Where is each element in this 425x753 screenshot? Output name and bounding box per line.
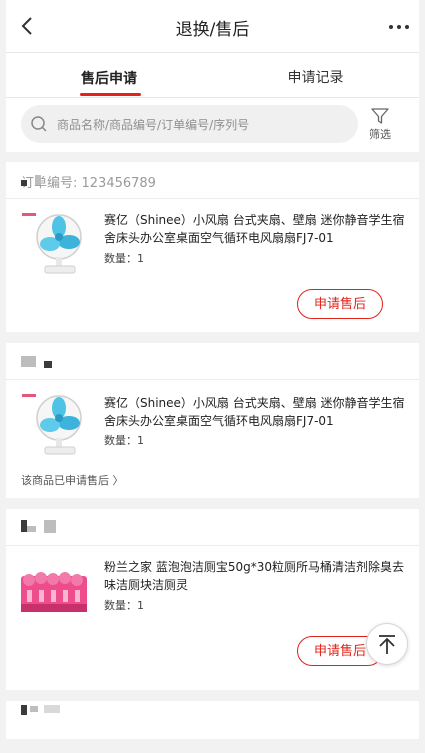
- filter-label: 筛选: [369, 128, 391, 141]
- after-sales-applied-link[interactable]: 该商品已申请售后 〉: [21, 472, 124, 488]
- nav-header: 退换/售后: [6, 0, 419, 53]
- tab-label: 申请记录: [287, 70, 344, 86]
- redacted-block: [27, 526, 36, 532]
- search-bar: [21, 105, 358, 145]
- section-gap: [6, 690, 419, 701]
- product-name: 赛亿（Shinee）小风扇 台式夹扇、壁扇 迷你静音学生宿舍床头办公室桌面空气循…: [104, 213, 405, 245]
- section-gap: [6, 332, 419, 343]
- fan-product-image: [19, 209, 89, 279]
- more-dots-icon[interactable]: [387, 15, 411, 39]
- active-tab-indicator: [80, 93, 141, 96]
- search-icon: [31, 116, 47, 132]
- redacted-block: [44, 520, 56, 533]
- tab-label: 售后申请: [81, 71, 137, 87]
- product-name: 粉兰之家 蓝泡泡洁厕宝50g*30粒厕所马桶清洁剂除臭去味洁厕块洁厕灵: [104, 560, 404, 592]
- order-header: 订单编号: 123456789: [6, 162, 419, 197]
- order-header: [6, 343, 419, 378]
- toilet-cleaner-product-image: [19, 558, 89, 628]
- redacted-block: [21, 180, 27, 186]
- redacted-block: [21, 705, 27, 715]
- redacted-block: [21, 356, 36, 367]
- apply-after-sales-button[interactable]: 申请售后: [297, 289, 383, 319]
- fan-product-image: [19, 390, 89, 460]
- redacted-block: [35, 175, 41, 185]
- after-sales-page: 退换/售后 售后申请 申请记录 筛选 订单编号: 12345678: [6, 0, 419, 753]
- product-quantity: 数量：1: [104, 434, 144, 447]
- section-gap: [6, 739, 419, 753]
- product-name: 赛亿（Shinee）小风扇 台式夹扇、壁扇 迷你静音学生宿舍床头办公室桌面空气循…: [104, 396, 405, 428]
- filter-button[interactable]: 筛选: [363, 107, 397, 143]
- redacted-block: [30, 706, 38, 712]
- section-gap: [6, 152, 419, 162]
- product-item[interactable]: 粉兰之家 蓝泡泡洁厕宝50g*30粒厕所马桶清洁剂除臭去味洁厕块洁厕灵 数量：1…: [6, 546, 419, 690]
- tab-bar: 售后申请 申请记录: [6, 53, 419, 98]
- product-item[interactable]: 赛亿（Shinee）小风扇 台式夹扇、壁扇 迷你静音学生宿舍床头办公室桌面空气循…: [6, 199, 419, 332]
- back-to-top-button[interactable]: [366, 623, 408, 665]
- section-gap: [6, 498, 419, 509]
- page-title: 退换/售后: [175, 20, 250, 40]
- product-quantity: 数量：1: [104, 252, 144, 265]
- order-header: [6, 509, 419, 544]
- filter-icon: [371, 108, 389, 124]
- redacted-block: [44, 361, 52, 368]
- order-number: 订单编号: 123456789: [21, 176, 156, 191]
- search-input[interactable]: [55, 105, 349, 145]
- arrow-up-icon: [379, 635, 395, 654]
- redacted-block: [44, 705, 60, 713]
- tab-after-sales-apply[interactable]: 售后申请: [6, 53, 212, 97]
- tab-application-records[interactable]: 申请记录: [212, 53, 419, 97]
- product-quantity: 数量：1: [104, 599, 144, 612]
- product-item[interactable]: 赛亿（Shinee）小风扇 台式夹扇、壁扇 迷你静音学生宿舍床头办公室桌面空气循…: [6, 380, 419, 498]
